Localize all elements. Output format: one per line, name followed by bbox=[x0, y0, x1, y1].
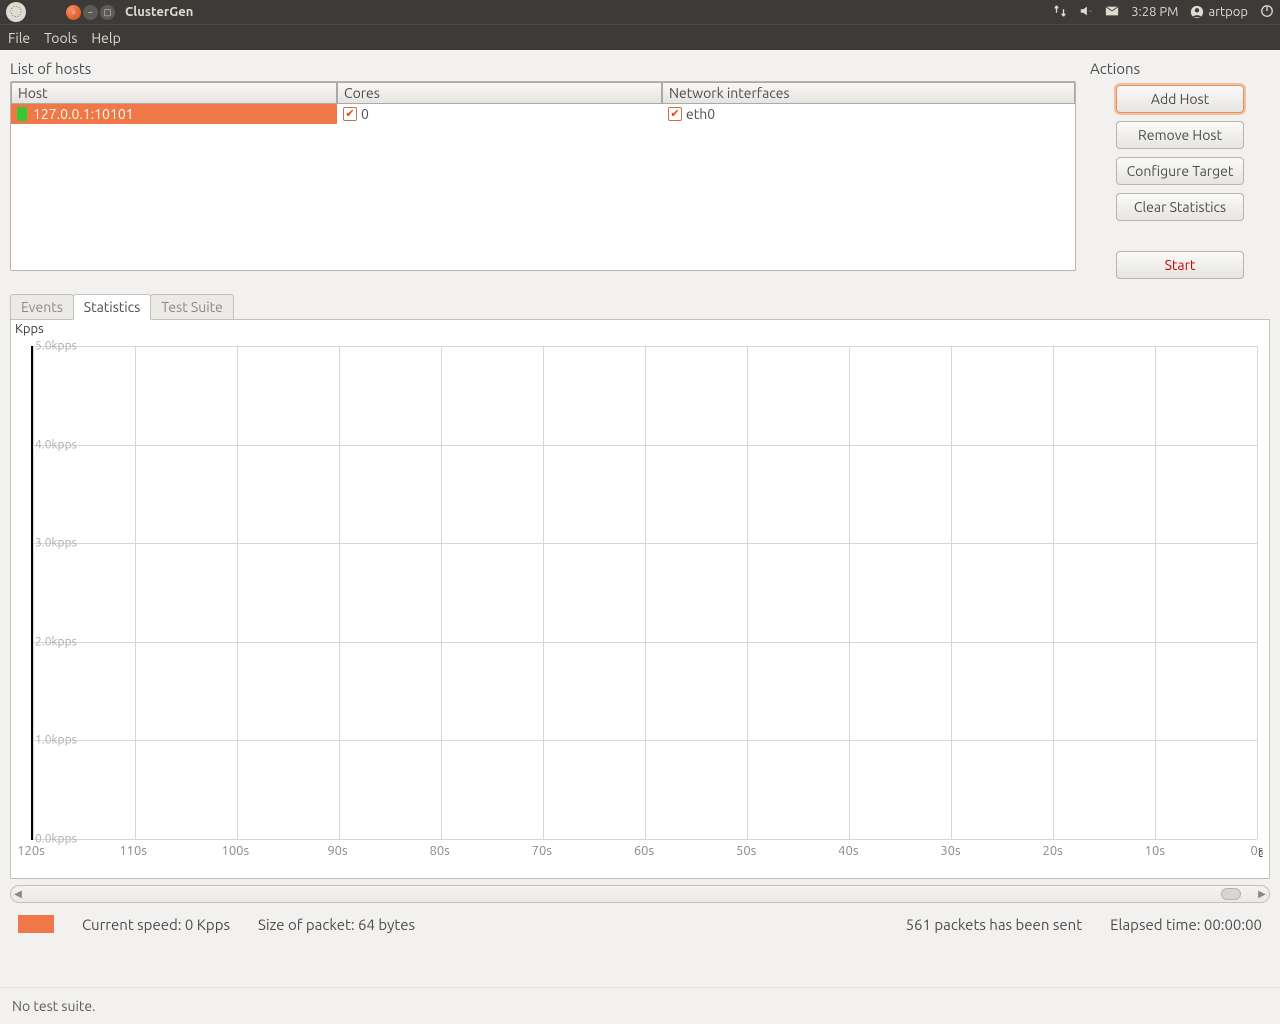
xtick-label: 110s bbox=[119, 844, 147, 858]
remove-host-button[interactable]: Remove Host bbox=[1116, 121, 1244, 149]
hosts-table[interactable]: Host Cores Network interfaces 127.0.0.1:… bbox=[10, 81, 1076, 271]
cores-value: 0 bbox=[361, 106, 369, 122]
chart-area: Kpps t 0.0kpps1.0kpps2.0kpps3.0kpps4.0kp… bbox=[10, 319, 1270, 879]
xtick-label: 50s bbox=[736, 844, 756, 858]
xtick-label: 70s bbox=[532, 844, 552, 858]
chart-plot: 0.0kpps1.0kpps2.0kpps3.0kpps4.0kpps5.0kp… bbox=[31, 346, 1257, 840]
mail-icon[interactable] bbox=[1105, 4, 1119, 21]
chart-ylabel: Kpps bbox=[15, 322, 44, 336]
xtick-label: 10s bbox=[1145, 844, 1165, 858]
hosts-frame: List of hosts Host Cores Network interfa… bbox=[10, 60, 1076, 279]
host-status-icon bbox=[17, 107, 27, 121]
xtick-label: 120s bbox=[17, 844, 45, 858]
menu-help[interactable]: Help bbox=[91, 30, 120, 46]
username-text: artpop bbox=[1208, 5, 1248, 19]
scroll-right-icon[interactable]: ▶ bbox=[1255, 888, 1269, 900]
time-scrollbar[interactable]: ◀ ▶ bbox=[10, 885, 1270, 903]
network-icon[interactable] bbox=[1053, 4, 1067, 21]
xtick-label: 20s bbox=[1043, 844, 1063, 858]
col-header-net[interactable]: Network interfaces bbox=[662, 82, 1075, 104]
xtick-label: 100s bbox=[222, 844, 250, 858]
xtick-label: 90s bbox=[327, 844, 347, 858]
actions-title: Actions bbox=[1090, 60, 1270, 77]
menu-tools[interactable]: Tools bbox=[44, 30, 77, 46]
tab-statistics[interactable]: Statistics bbox=[73, 294, 151, 320]
scroll-left-icon[interactable]: ◀ bbox=[11, 888, 25, 900]
xtick-label: 0s bbox=[1251, 844, 1264, 858]
elapsed-time: Elapsed time: 00:00:00 bbox=[1110, 916, 1262, 933]
xtick-label: 60s bbox=[634, 844, 654, 858]
window-controls: × – ▢ bbox=[66, 5, 115, 20]
table-row[interactable]: 127.0.0.1:10101 ✔ 0 ✔ eth0 bbox=[11, 104, 1075, 124]
hosts-table-header: Host Cores Network interfaces bbox=[11, 82, 1075, 104]
add-host-button[interactable]: Add Host bbox=[1116, 85, 1244, 113]
xtick-label: 30s bbox=[940, 844, 960, 858]
power-icon[interactable] bbox=[1260, 4, 1274, 21]
net-value: eth0 bbox=[686, 106, 715, 122]
status-row: Current speed: 0 Kpps Size of packet: 64… bbox=[10, 913, 1270, 935]
system-tray: ·· 3:28 PM artpop bbox=[1053, 4, 1274, 21]
xtick-label: 40s bbox=[838, 844, 858, 858]
window-minimize-icon[interactable]: – bbox=[83, 5, 98, 20]
packet-size: Size of packet: 64 bytes bbox=[258, 916, 415, 933]
cell-cores[interactable]: ✔ 0 bbox=[337, 104, 662, 124]
xtick-label: 80s bbox=[430, 844, 450, 858]
chart-xticks: 120s110s100s90s80s70s60s50s40s30s20s10s0… bbox=[31, 844, 1257, 860]
window-maximize-icon[interactable]: ▢ bbox=[100, 5, 115, 20]
volume-icon[interactable]: ·· bbox=[1079, 4, 1093, 21]
footer-message: No test suite. bbox=[12, 998, 96, 1014]
menu-file[interactable]: File bbox=[8, 30, 30, 46]
footer-status: No test suite. bbox=[0, 987, 1280, 1024]
tabs: Events Statistics Test Suite bbox=[10, 293, 1270, 319]
system-top-panel: ◌ × – ▢ ClusterGen ·· 3:28 PM artpop bbox=[0, 0, 1280, 24]
cell-net[interactable]: ✔ eth0 bbox=[662, 104, 1075, 124]
col-header-cores[interactable]: Cores bbox=[337, 82, 662, 104]
app-content: List of hosts Host Cores Network interfa… bbox=[0, 50, 1280, 941]
user-indicator[interactable]: artpop bbox=[1190, 5, 1248, 19]
series-color-swatch bbox=[18, 915, 54, 933]
scroll-thumb[interactable] bbox=[1221, 888, 1241, 900]
app-menubar: File Tools Help bbox=[0, 24, 1280, 50]
svg-text:··: ·· bbox=[1089, 7, 1093, 15]
net-checkbox[interactable]: ✔ bbox=[668, 107, 682, 121]
col-header-host[interactable]: Host bbox=[11, 82, 337, 104]
configure-target-button[interactable]: Configure Target bbox=[1116, 157, 1244, 185]
window-close-icon[interactable]: × bbox=[66, 5, 81, 20]
packets-sent: 561 packets has been sent bbox=[906, 916, 1083, 933]
tab-testsuite[interactable]: Test Suite bbox=[150, 294, 234, 320]
cell-host[interactable]: 127.0.0.1:10101 bbox=[11, 104, 337, 124]
start-button[interactable]: Start bbox=[1116, 251, 1244, 279]
ubuntu-logo-icon[interactable]: ◌ bbox=[6, 2, 26, 22]
tab-events[interactable]: Events bbox=[10, 294, 74, 320]
window-title: ClusterGen bbox=[125, 5, 193, 19]
hosts-title: List of hosts bbox=[10, 60, 1076, 77]
current-speed: Current speed: 0 Kpps bbox=[82, 916, 230, 933]
clock-text[interactable]: 3:28 PM bbox=[1131, 5, 1178, 19]
host-address: 127.0.0.1:10101 bbox=[33, 106, 134, 122]
clear-statistics-button[interactable]: Clear Statistics bbox=[1116, 193, 1244, 221]
actions-frame: Actions Add Host Remove Host Configure T… bbox=[1090, 60, 1270, 279]
cores-checkbox[interactable]: ✔ bbox=[343, 107, 357, 121]
